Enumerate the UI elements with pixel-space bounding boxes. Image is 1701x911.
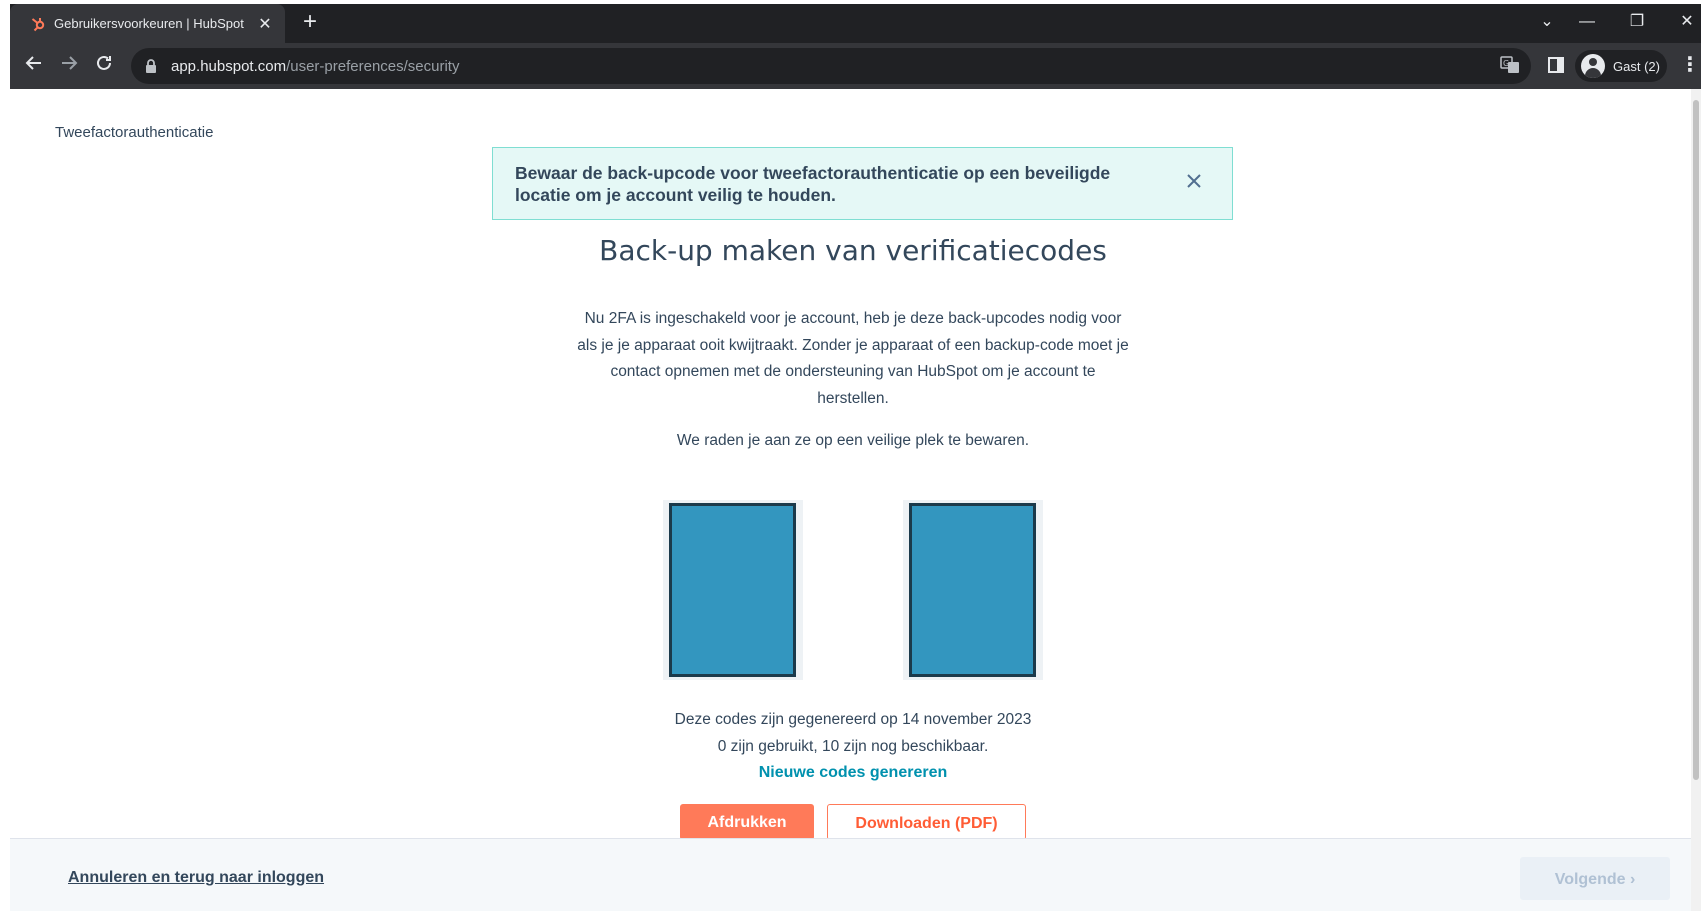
- browser-tab[interactable]: Gebruikersvoorkeuren | HubSpot ✕: [10, 4, 285, 43]
- alert-message: Bewaar de back-upcode voor tweefactoraut…: [515, 162, 1111, 205]
- hubspot-favicon-icon: [30, 16, 46, 32]
- tab-title: Gebruikersvoorkeuren | HubSpot: [54, 16, 244, 31]
- window-close-icon[interactable]: ✕: [1667, 8, 1701, 36]
- print-button[interactable]: Afdrukken: [680, 804, 814, 840]
- alert-close-icon[interactable]: [1182, 170, 1206, 194]
- kebab-menu-icon[interactable]: ⋮: [1680, 52, 1700, 78]
- minimize-icon[interactable]: —: [1567, 8, 1607, 36]
- advice-text: We raden je aan ze op een veilige plek t…: [676, 432, 1030, 449]
- translate-icon[interactable]: G: [1500, 55, 1522, 77]
- page-title: Back-up maken van verificatiecodes: [599, 234, 1107, 267]
- scrollbar-thumb[interactable]: [1693, 100, 1699, 780]
- cancel-back-to-login-link[interactable]: Annuleren en terug naar inloggen: [68, 869, 324, 887]
- description-text: Nu 2FA is ingeschakeld voor je account, …: [577, 310, 1129, 407]
- profile-label: Gast (2): [1613, 58, 1660, 74]
- download-pdf-button[interactable]: Downloaden (PDF): [827, 804, 1026, 840]
- reload-icon[interactable]: [90, 52, 118, 80]
- redacted-codes-left: [669, 503, 796, 677]
- profile-button[interactable]: Gast (2): [1575, 50, 1667, 82]
- redacted-codes-right: [909, 503, 1036, 677]
- svg-text:G: G: [1503, 59, 1509, 68]
- tab-search-icon[interactable]: ⌄: [1527, 8, 1567, 36]
- forward-arrow-icon[interactable]: [55, 52, 83, 80]
- tab-close-icon[interactable]: ✕: [255, 14, 275, 34]
- restore-icon[interactable]: ❐: [1617, 8, 1657, 36]
- generate-new-codes-link[interactable]: Nieuwe codes genereren: [500, 764, 1206, 782]
- usage-text: 0 zijn gebruikt, 10 zijn nog beschikbaar…: [717, 738, 989, 755]
- new-tab-button[interactable]: +: [296, 8, 324, 36]
- next-button[interactable]: Volgende ›: [1520, 857, 1670, 900]
- generated-date-text: Deze codes zijn gegenereerd op 14 novemb…: [674, 711, 1032, 728]
- profile-avatar-icon: [1581, 54, 1605, 78]
- address-bar[interactable]: app.hubspot.com/user-preferences/securit…: [131, 48, 1531, 84]
- info-alert: Bewaar de back-upcode voor tweefactoraut…: [492, 147, 1233, 220]
- url-path: /user-preferences/security: [286, 57, 460, 75]
- breadcrumb: Tweefactorauthenticatie: [55, 124, 214, 141]
- side-panel-icon[interactable]: [1547, 56, 1567, 76]
- back-arrow-icon[interactable]: [20, 52, 48, 80]
- url-host: app.hubspot.com: [171, 57, 287, 75]
- lock-icon: [145, 59, 159, 73]
